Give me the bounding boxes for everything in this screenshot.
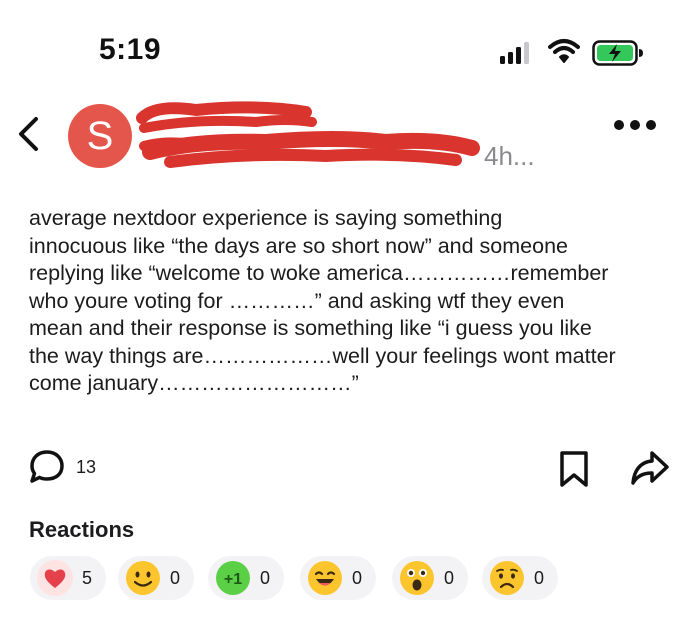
reactions-title: Reactions <box>29 517 135 542</box>
post-body: average nextdoor experience is saying so… <box>29 206 616 395</box>
reaction-sad[interactable]: 0 <box>482 556 559 600</box>
laugh-emoji-icon <box>308 561 342 595</box>
reaction-heart[interactable]: 5 <box>30 556 107 600</box>
surprised-emoji-icon <box>400 561 434 595</box>
sad-emoji-icon <box>490 561 524 595</box>
wifi-icon <box>548 39 580 63</box>
reaction-count: 0 <box>534 567 545 588</box>
reaction-smile[interactable]: 0 <box>118 556 195 600</box>
status-time: 5:19 <box>99 33 162 66</box>
post-age: 4h... <box>484 141 535 171</box>
reaction-count: 0 <box>260 567 271 588</box>
smile-emoji-icon <box>126 561 160 595</box>
battery-charging-icon <box>592 40 643 66</box>
reaction-plus-one[interactable]: +1 0 <box>208 556 285 600</box>
reaction-count: 0 <box>444 567 455 588</box>
reaction-count: 0 <box>170 567 181 588</box>
reaction-laugh[interactable]: 0 <box>300 556 377 600</box>
plus-one-icon: +1 <box>216 561 250 595</box>
post-screen: 5:19 S 4h... average nextdoor experience… <box>0 0 700 619</box>
share-icon[interactable] <box>630 448 670 488</box>
comment-icon[interactable] <box>28 448 66 486</box>
comment-count[interactable]: 13 <box>76 457 96 478</box>
avatar[interactable]: S <box>68 104 132 168</box>
reaction-surprised[interactable]: 0 <box>392 556 469 600</box>
svg-text:+1: +1 <box>224 571 242 588</box>
more-icon[interactable] <box>614 120 658 132</box>
status-icons <box>498 38 648 68</box>
bookmark-icon[interactable] <box>558 450 590 488</box>
back-icon[interactable] <box>14 116 44 152</box>
heart-icon <box>37 560 73 596</box>
redaction-scribble <box>136 101 480 168</box>
reaction-count: 5 <box>82 567 93 588</box>
reaction-count: 0 <box>352 567 363 588</box>
